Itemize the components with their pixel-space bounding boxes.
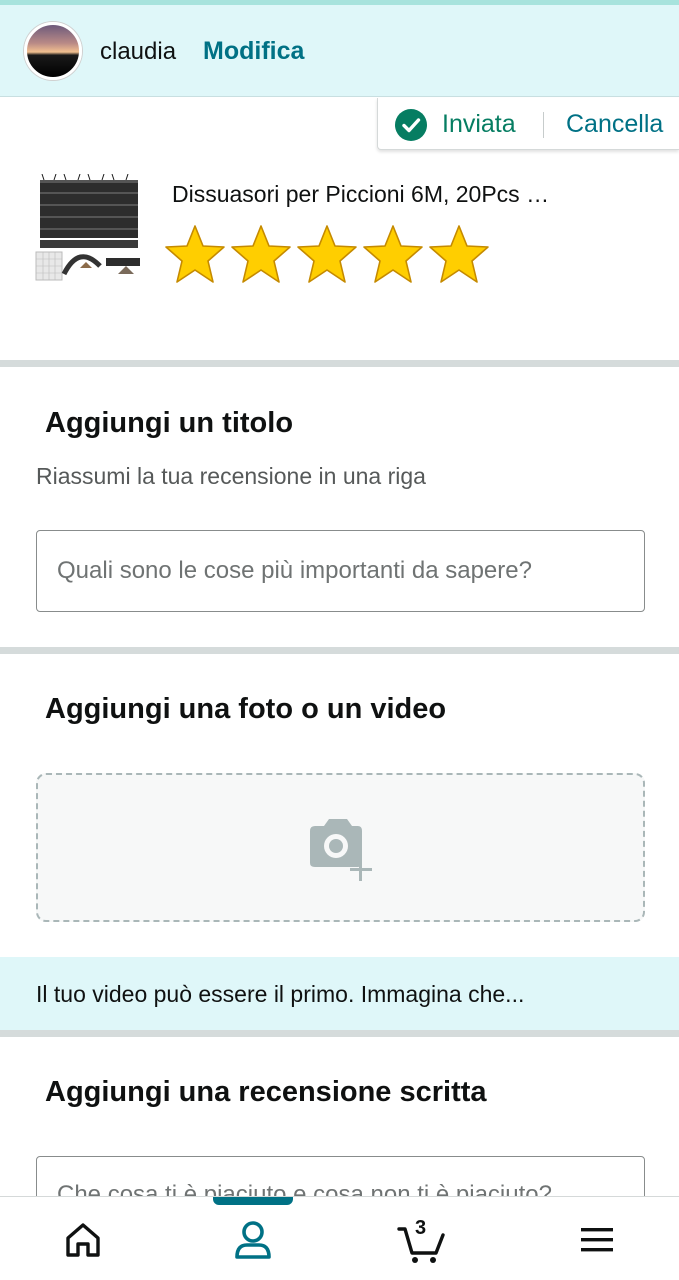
profile-icon[interactable] bbox=[228, 1215, 278, 1265]
home-icon[interactable] bbox=[58, 1215, 108, 1265]
title-section-subheading: Riassumi la tua recensione in una riga bbox=[36, 463, 426, 489]
menu-icon[interactable] bbox=[572, 1215, 622, 1265]
star-icon[interactable] bbox=[428, 224, 490, 284]
avatar[interactable] bbox=[24, 22, 82, 80]
section-divider bbox=[0, 360, 679, 367]
section-divider bbox=[0, 1030, 679, 1037]
reviewer-header: claudia Modifica bbox=[0, 5, 679, 97]
bottom-navigation: 3 bbox=[0, 1196, 679, 1280]
product-image bbox=[35, 174, 140, 281]
username: claudia bbox=[100, 38, 177, 65]
active-tab-indicator bbox=[213, 1197, 293, 1205]
status-separator bbox=[543, 112, 544, 138]
cart-count-badge: 3 bbox=[415, 1217, 427, 1239]
product-title: Dissuasori per Piccioni 6M, 20Pcs … bbox=[172, 181, 550, 207]
section-divider bbox=[0, 647, 679, 654]
star-icon[interactable] bbox=[164, 224, 226, 284]
star-rating[interactable] bbox=[164, 224, 490, 286]
media-upload-area[interactable] bbox=[36, 773, 645, 922]
check-circle-icon bbox=[395, 109, 427, 141]
review-title-input[interactable] bbox=[36, 530, 645, 612]
star-icon[interactable] bbox=[230, 224, 292, 284]
edit-profile-link[interactable]: Modifica bbox=[203, 37, 304, 66]
review-section-heading: Aggiungi una recensione scritta bbox=[45, 1076, 487, 1108]
title-section-heading: Aggiungi un titolo bbox=[45, 407, 294, 439]
submission-status-box: Inviata Cancella bbox=[377, 98, 679, 150]
star-icon[interactable] bbox=[296, 224, 358, 284]
cancel-review-link[interactable]: Cancella bbox=[566, 110, 663, 139]
media-section-heading: Aggiungi una foto o un video bbox=[45, 693, 447, 725]
star-icon[interactable] bbox=[362, 224, 424, 284]
video-promo-text: Il tuo video può essere il primo. Immagi… bbox=[36, 981, 525, 1007]
cart-button[interactable]: 3 bbox=[396, 1215, 446, 1265]
camera-plus-icon bbox=[310, 819, 372, 881]
video-promo-banner[interactable]: Il tuo video può essere il primo. Immagi… bbox=[0, 957, 679, 1030]
status-sent-label: Inviata bbox=[442, 110, 516, 138]
